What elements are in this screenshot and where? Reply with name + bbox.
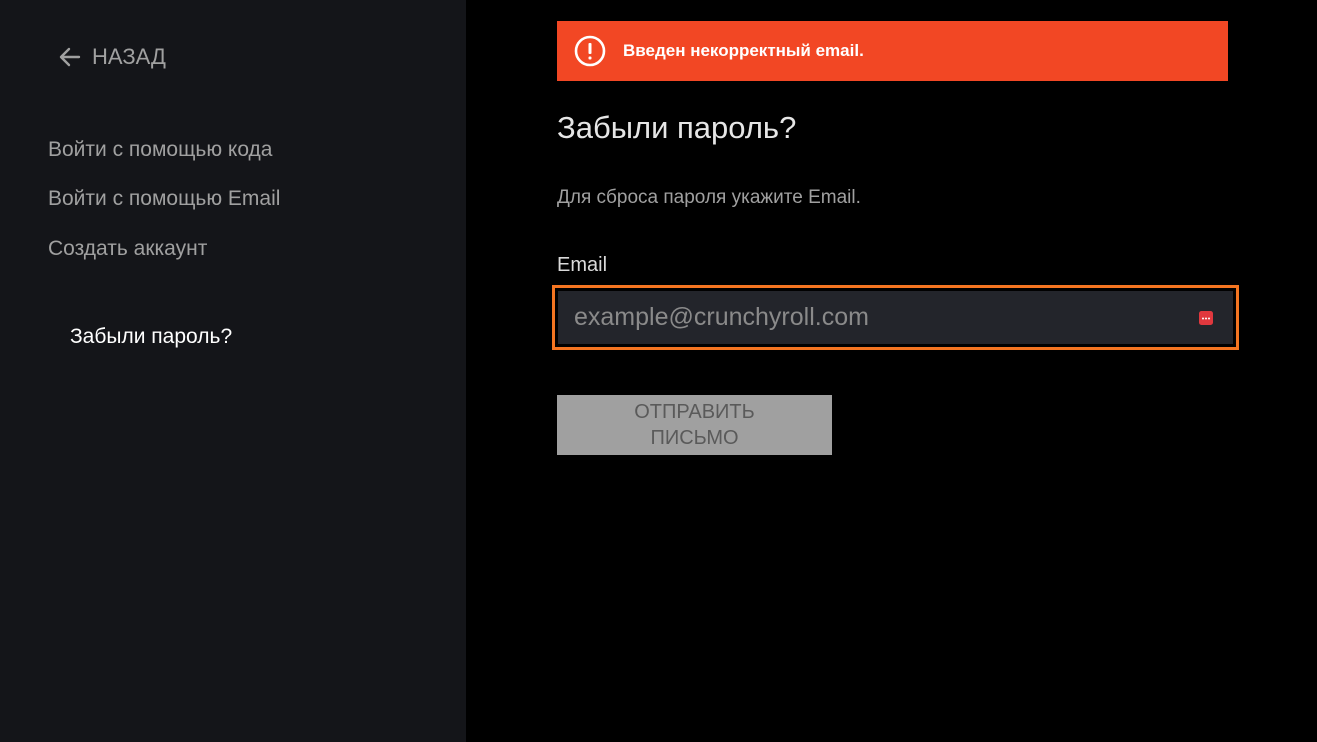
sidebar-item-forgot-password[interactable]: Забыли пароль?	[70, 325, 232, 349]
sidebar-item-login-email[interactable]: Войти с помощью Email	[48, 187, 280, 211]
error-icon	[574, 35, 606, 67]
page-title: Забыли пароль?	[557, 110, 797, 145]
sidebar-item-login-code[interactable]: Войти с помощью кода	[48, 138, 272, 162]
email-field[interactable]	[558, 291, 1194, 344]
email-field-box	[558, 291, 1233, 344]
password-manager-icon[interactable]	[1199, 311, 1213, 325]
error-message: Введен некорректный email.	[623, 41, 864, 60]
sidebar-item-create-account[interactable]: Создать аккаунт	[48, 237, 207, 261]
send-email-button-line2: ПИСЬМО	[650, 427, 739, 449]
sidebar: НАЗАД Войти с помощью кода Войти с помощ…	[0, 0, 466, 742]
main-content: Введен некорректный email. Забыли пароль…	[466, 0, 1317, 742]
page-subtitle: Для сброса пароля укажите Email.	[557, 187, 861, 208]
app-root: НАЗАД Войти с помощью кода Войти с помощ…	[0, 0, 1317, 742]
error-alert: Введен некорректный email.	[557, 21, 1228, 81]
email-label: Email	[557, 254, 608, 276]
email-field-frame	[552, 285, 1239, 350]
send-email-button[interactable]: ОТПРАВИТЬ ПИСЬМО	[557, 395, 832, 455]
arrow-left-icon	[58, 45, 82, 69]
back-button[interactable]: НАЗАД	[58, 40, 166, 74]
send-email-button-line1: ОТПРАВИТЬ	[634, 401, 755, 423]
back-label: НАЗАД	[92, 44, 166, 69]
